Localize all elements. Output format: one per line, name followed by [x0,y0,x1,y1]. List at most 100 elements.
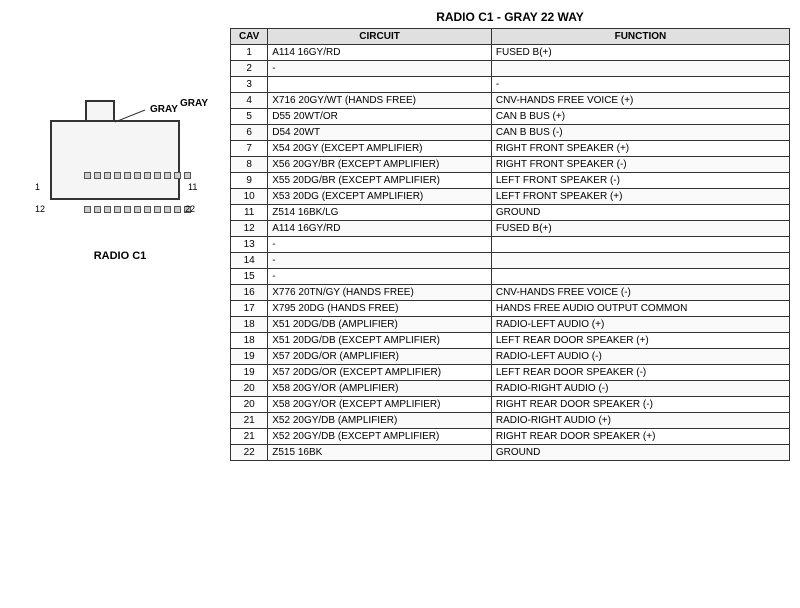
cell-22-2: RIGHT REAR DOOR SPEAKER (-) [491,397,789,413]
connector-tab [85,100,115,122]
cell-0-2: FUSED B(+) [491,45,789,61]
table-body: 1A114 16GY/RDFUSED B(+)2-3-4X716 20GY/WT… [231,45,790,461]
cell-19-1: X57 20DG/OR (AMPLIFIER) [268,349,492,365]
pin [144,206,151,213]
cell-2-1 [268,77,492,93]
cell-20-0: 19 [231,365,268,381]
pin [164,172,171,179]
cell-6-2: RIGHT FRONT SPEAKER (+) [491,141,789,157]
cell-22-1: X58 20GY/OR (EXCEPT AMPLIFIER) [268,397,492,413]
pin [84,206,91,213]
cell-13-1: - [268,253,492,269]
table-row: 1A114 16GY/RDFUSED B(+) [231,45,790,61]
table-row: 7X54 20GY (EXCEPT AMPLIFIER)RIGHT FRONT … [231,141,790,157]
cell-9-0: 10 [231,189,268,205]
cell-5-1: D54 20WT [268,125,492,141]
table-row: 9X55 20DG/BR (EXCEPT AMPLIFIER)LEFT FRON… [231,173,790,189]
cell-19-2: RADIO-LEFT AUDIO (-) [491,349,789,365]
gray-label: GRAY [180,98,208,109]
cell-9-2: LEFT FRONT SPEAKER (+) [491,189,789,205]
cell-11-2: FUSED B(+) [491,221,789,237]
table-row: 19X57 20DG/OR (EXCEPT AMPLIFIER)LEFT REA… [231,365,790,381]
cell-1-1: - [268,61,492,77]
cell-17-2: RADIO-LEFT AUDIO (+) [491,317,789,333]
header-function: FUNCTION [491,29,789,45]
cell-7-0: 8 [231,157,268,173]
table-row: 5D55 20WT/ORCAN B BUS (+) [231,109,790,125]
cell-16-1: X795 20DG (HANDS FREE) [268,301,492,317]
table-row: 19X57 20DG/OR (AMPLIFIER)RADIO-LEFT AUDI… [231,349,790,365]
cell-0-1: A114 16GY/RD [268,45,492,61]
cell-24-0: 21 [231,429,268,445]
svg-text:1: 1 [35,182,40,192]
table-row: 21X52 20GY/DB (AMPLIFIER)RADIO-RIGHT AUD… [231,413,790,429]
cell-3-0: 4 [231,93,268,109]
table-header-row: CAV CIRCUIT FUNCTION [231,29,790,45]
cell-12-2 [491,237,789,253]
pin-row-top [76,167,198,184]
table-row: 10X53 20DG (EXCEPT AMPLIFIER)LEFT FRONT … [231,189,790,205]
cell-12-1: - [268,237,492,253]
table-row: 3- [231,77,790,93]
cell-17-0: 18 [231,317,268,333]
pin [174,206,181,213]
cell-21-2: RADIO-RIGHT AUDIO (-) [491,381,789,397]
cell-4-2: CAN B BUS (+) [491,109,789,125]
cell-20-1: X57 20DG/OR (EXCEPT AMPLIFIER) [268,365,492,381]
cell-13-0: 14 [231,253,268,269]
cell-2-2: - [491,77,789,93]
cell-19-0: 19 [231,349,268,365]
pin [184,172,191,179]
table-row: 8X56 20GY/BR (EXCEPT AMPLIFIER)RIGHT FRO… [231,157,790,173]
cell-9-1: X53 20DG (EXCEPT AMPLIFIER) [268,189,492,205]
pin-row-bottom [76,201,198,218]
cell-20-2: LEFT REAR DOOR SPEAKER (-) [491,365,789,381]
cell-13-2 [491,253,789,269]
pin [124,172,131,179]
pin [154,172,161,179]
cell-8-1: X55 20DG/BR (EXCEPT AMPLIFIER) [268,173,492,189]
cell-10-0: 11 [231,205,268,221]
cell-23-0: 21 [231,413,268,429]
cell-3-1: X716 20GY/WT (HANDS FREE) [268,93,492,109]
cell-7-2: RIGHT FRONT SPEAKER (-) [491,157,789,173]
pin [94,172,101,179]
cell-15-2: CNV-HANDS FREE VOICE (-) [491,285,789,301]
cell-5-2: CAN B BUS (-) [491,125,789,141]
cell-25-1: Z515 16BK [268,445,492,461]
cell-4-0: 5 [231,109,268,125]
cell-10-1: Z514 16BK/LG [268,205,492,221]
cell-17-1: X51 20DG/DB (AMPLIFIER) [268,317,492,333]
table-row: 17X795 20DG (HANDS FREE)HANDS FREE AUDIO… [231,301,790,317]
table-row: 12A114 16GY/RDFUSED B(+) [231,221,790,237]
table-row: 4X716 20GY/WT (HANDS FREE)CNV-HANDS FREE… [231,93,790,109]
cell-6-1: X54 20GY (EXCEPT AMPLIFIER) [268,141,492,157]
cell-0-0: 1 [231,45,268,61]
cell-1-0: 2 [231,61,268,77]
table-row: 21X52 20GY/DB (EXCEPT AMPLIFIER)RIGHT RE… [231,429,790,445]
cell-14-1: - [268,269,492,285]
radio-label: RADIO C1 [94,250,147,262]
table-row: 20X58 20GY/OR (AMPLIFIER)RADIO-RIGHT AUD… [231,381,790,397]
cell-18-2: LEFT REAR DOOR SPEAKER (+) [491,333,789,349]
right-panel: RADIO C1 - GRAY 22 WAY CAV CIRCUIT FUNCT… [230,10,790,598]
svg-text:12: 12 [35,204,45,214]
table-row: 16X776 20TN/GY (HANDS FREE)CNV-HANDS FRE… [231,285,790,301]
pin [164,206,171,213]
table-row: 2- [231,61,790,77]
cell-8-2: LEFT FRONT SPEAKER (-) [491,173,789,189]
cell-21-0: 20 [231,381,268,397]
cell-5-0: 6 [231,125,268,141]
table-row: 18X51 20DG/DB (EXCEPT AMPLIFIER)LEFT REA… [231,333,790,349]
pin [134,206,141,213]
cell-10-2: GROUND [491,205,789,221]
pin [104,206,111,213]
header-circuit: CIRCUIT [268,29,492,45]
table-row: 14- [231,253,790,269]
header-cav: CAV [231,29,268,45]
cell-14-2 [491,269,789,285]
pin [124,206,131,213]
table-title: RADIO C1 - GRAY 22 WAY [230,10,790,24]
cell-25-0: 22 [231,445,268,461]
cell-8-0: 9 [231,173,268,189]
